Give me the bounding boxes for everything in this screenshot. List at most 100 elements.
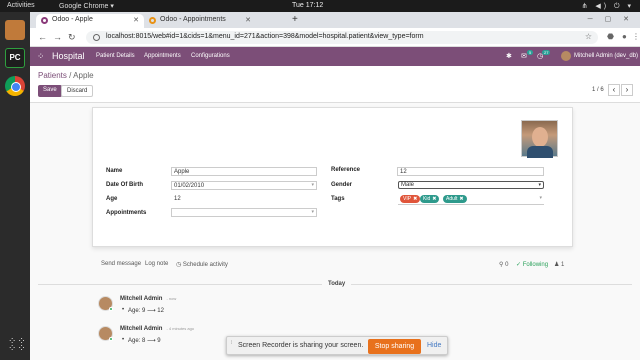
follower-count: 1 <box>561 262 565 268</box>
schedule-activity-button[interactable]: ◷ Schedule activity <box>176 261 228 268</box>
name-field[interactable]: Apple <box>171 167 317 176</box>
reference-field[interactable]: 12 <box>397 167 544 176</box>
odoo-favicon-icon <box>41 17 48 24</box>
face-shape <box>532 127 548 147</box>
menu-configurations[interactable]: Configurations <box>191 53 230 59</box>
tag-label: VIP <box>403 196 412 202</box>
date-separator: Today <box>322 281 352 287</box>
patient-photo[interactable] <box>521 120 558 158</box>
form-sheet: Name Apple Date Of Birth 01/02/2010 ▾ Age… <box>92 107 573 247</box>
tags-label: Tags <box>331 196 345 202</box>
dock: PC ⁘⁘ ⁘⁘ <box>0 12 30 360</box>
app-title[interactable]: Hospital <box>52 51 85 61</box>
menu-appointments[interactable]: Appointments <box>144 53 181 59</box>
pager-value[interactable]: 1 / 6 <box>592 87 604 93</box>
attachments-button[interactable]: ⚲ 0 <box>499 261 508 268</box>
chat-count-badge: 5 <box>527 50 534 55</box>
appointments-label: Appointments <box>106 210 147 216</box>
breadcrumb-patients[interactable]: Patients <box>38 71 67 80</box>
reload-icon[interactable]: ↻ <box>68 32 76 43</box>
calendar-icon[interactable]: ▾ <box>311 182 314 188</box>
browser-tab-strip: Odoo - Apple ✕ Odoo - Appointments ✕ + ─… <box>30 12 640 28</box>
menu-patient-details[interactable]: Patient Details <box>96 53 135 59</box>
pager-previous-icon[interactable]: ‹ <box>608 84 620 96</box>
tag-adult[interactable]: Adult ✖ <box>443 195 467 203</box>
dob-value: 01/02/2010 <box>174 183 205 189</box>
schedule-activity-label: Schedule activity <box>182 262 228 268</box>
pager-next-icon[interactable]: › <box>621 84 633 96</box>
user-avatar[interactable] <box>561 51 571 61</box>
files-app-icon[interactable] <box>5 20 25 40</box>
chevron-down-icon[interactable]: ▾ <box>311 209 314 215</box>
drag-handle-icon[interactable]: ⁞ <box>231 340 237 352</box>
shoulders-shape <box>527 146 553 158</box>
message-author[interactable]: Mitchell Admin - now <box>120 296 176 302</box>
tab-label: Odoo - Apple <box>52 16 93 23</box>
tracking-change: Age: 9 ⟶ 12 <box>122 307 164 314</box>
bug-icon[interactable]: ✱ <box>506 52 512 60</box>
close-icon[interactable]: ✕ <box>245 16 251 24</box>
check-icon: ✓ <box>516 262 523 268</box>
following-button[interactable]: ✓ Following <box>516 261 548 268</box>
attachment-count: 0 <box>505 262 509 268</box>
followers-button[interactable]: ♟ 1 <box>554 261 564 268</box>
tag-kid[interactable]: Kid ✖ <box>420 195 440 203</box>
chevron-down-icon[interactable]: ▾ <box>539 195 542 201</box>
online-status-dot <box>109 307 113 311</box>
dob-field[interactable]: 01/02/2010 ▾ <box>171 181 317 190</box>
send-message-button[interactable]: Send message <box>101 261 141 267</box>
pycharm-icon[interactable]: PC <box>5 48 25 68</box>
save-button[interactable]: Save <box>38 85 62 97</box>
message-date: - 4 minutes ago <box>166 326 195 331</box>
close-icon[interactable]: ✕ <box>133 16 139 24</box>
clock[interactable]: Tue 17:12 <box>292 2 323 9</box>
close-icon[interactable]: ✖ <box>459 196 463 202</box>
menu-icon[interactable]: ⋮ <box>632 32 640 41</box>
tab-odoo-appointments[interactable]: Odoo - Appointments ✕ <box>144 14 256 28</box>
chrome-icon[interactable] <box>5 76 25 96</box>
info-icon[interactable] <box>93 34 100 41</box>
extension-icon[interactable]: ⬣ <box>607 32 614 41</box>
url-text: localhost:8015/web#id=1&cids=1&menu_id=2… <box>106 33 424 40</box>
odoo-favicon-icon <box>149 17 156 24</box>
profile-icon[interactable]: ● <box>622 32 627 41</box>
user-menu[interactable]: Mitchell Admin (dev_db) <box>574 53 638 59</box>
address-bar[interactable]: localhost:8015/web#id=1&cids=1&menu_id=2… <box>86 31 598 44</box>
log-note-button[interactable]: Log note <box>145 261 168 267</box>
tags-field[interactable]: VIP ✖ Kid ✖ Adult ✖ ▾ <box>398 194 544 205</box>
tag-vip[interactable]: VIP ✖ <box>400 195 421 203</box>
new-tab-icon[interactable]: + <box>292 14 298 25</box>
breadcrumb-current: Apple <box>73 71 94 80</box>
stop-sharing-button[interactable]: Stop sharing <box>368 339 421 354</box>
reference-value: 12 <box>400 169 407 175</box>
breadcrumb: Patients / Apple <box>38 71 94 80</box>
browser-toolbar: ← → ↻ localhost:8015/web#id=1&cids=1&men… <box>30 28 640 47</box>
tab-odoo-apple[interactable]: Odoo - Apple ✕ <box>36 14 144 28</box>
close-icon[interactable]: ✖ <box>432 196 436 202</box>
chat-icon[interactable]: ✉ <box>521 52 527 60</box>
close-icon[interactable]: ✖ <box>413 196 417 202</box>
gender-label: Gender <box>331 182 353 188</box>
appointments-field[interactable]: ▾ <box>171 208 317 217</box>
discard-button[interactable]: Discard <box>61 85 94 97</box>
name-label: Name <box>106 168 123 174</box>
app-name: Google Chrome <box>59 3 109 10</box>
show-applications-icon[interactable]: ⁘⁘ ⁘⁘ <box>8 337 26 354</box>
forward-icon[interactable]: → <box>53 32 62 42</box>
activities-button[interactable]: Activities <box>7 2 35 9</box>
gender-select[interactable]: Male ▾ <box>398 181 544 189</box>
form-view: Name Apple Date Of Birth 01/02/2010 ▾ Age… <box>30 103 640 360</box>
screen-sharing-notification: ⁞ Screen Recorder is sharing your screen… <box>226 336 448 355</box>
message-date: - now <box>166 296 177 301</box>
app-menu[interactable]: Google Chrome ▾ <box>59 2 114 10</box>
user-icon: ♟ <box>554 262 562 268</box>
apps-grid-icon[interactable]: ⁘ <box>37 52 45 61</box>
system-tray-icons[interactable]: ⋔ ◀) ⏻ ▾ <box>582 2 634 11</box>
hide-button[interactable]: Hide <box>427 342 441 349</box>
star-icon[interactable]: ☆ <box>585 32 592 41</box>
message-author[interactable]: Mitchell Admin - 4 minutes ago <box>120 326 194 332</box>
name-value: Apple <box>174 169 190 175</box>
back-icon[interactable]: ← <box>38 32 47 42</box>
tracking-change: Age: 8 ⟶ 9 <box>122 337 161 344</box>
window-controls[interactable]: ─ ▢ ✕ <box>588 15 634 23</box>
